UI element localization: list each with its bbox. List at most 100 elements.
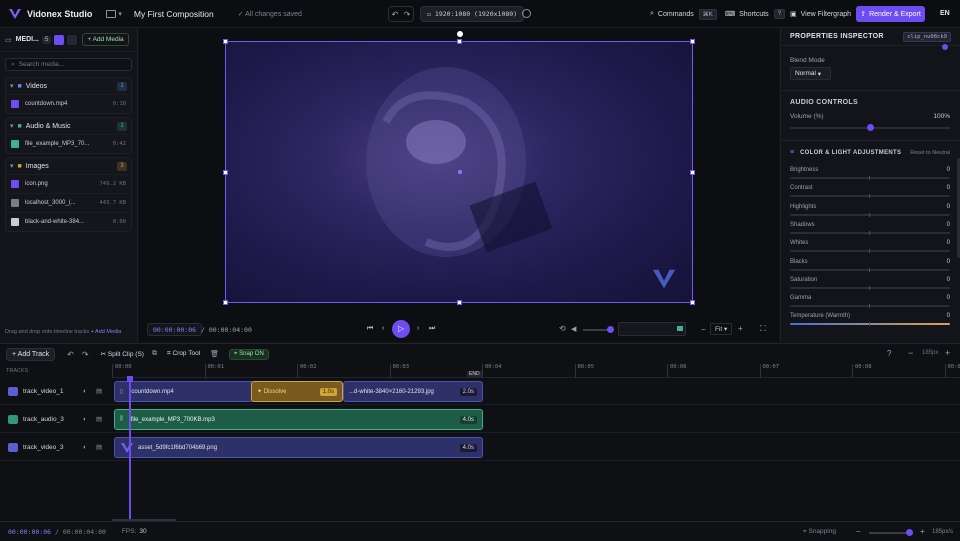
resize-handle-sw[interactable] — [223, 300, 228, 305]
adjust-slider[interactable] — [790, 305, 950, 307]
redo-icon[interactable]: ↷ — [404, 10, 411, 19]
timeline-clip[interactable]: ...d-white-3840×2160-21293.jpg2.0s — [343, 381, 483, 402]
video-canvas[interactable] — [225, 41, 693, 303]
media-group-header[interactable]: ▾■Videos1 — [6, 78, 131, 94]
track-header[interactable]: track_video_3◐▤ — [0, 434, 112, 461]
resize-handle-e[interactable] — [690, 170, 695, 175]
media-search-input[interactable]: ⌕Search media... — [5, 58, 132, 71]
trash-icon[interactable]: 🗑 — [210, 350, 219, 358]
adjust-slider[interactable] — [790, 214, 950, 216]
eye-icon[interactable]: ◐ — [83, 416, 87, 423]
language-selector[interactable]: EN — [940, 10, 950, 17]
reset-neutral-button[interactable]: Reset to Neutral — [910, 150, 950, 156]
list-view-icon[interactable] — [54, 35, 64, 45]
lane-audio-3[interactable]: ⫼file_example_MP3_700KB.mp34.0s — [112, 406, 960, 433]
filtergraph-button[interactable]: ▣View Filtergraph — [790, 6, 851, 22]
audio-clip[interactable]: ⫼file_example_MP3_700KB.mp34.0s — [114, 409, 483, 430]
folder-icon[interactable] — [106, 10, 116, 18]
chevron-down-icon[interactable]: ▾ — [118, 10, 122, 18]
help-icon[interactable]: ? — [887, 349, 891, 358]
snap-toggle[interactable]: ⌖ Snap ON — [229, 349, 269, 360]
grid-view-icon[interactable] — [67, 35, 77, 45]
volume-icon[interactable]: ◀ — [571, 325, 576, 333]
play-button[interactable]: ▷ — [392, 320, 410, 338]
project-title[interactable]: My First Composition — [134, 9, 214, 19]
timeline-zoom-slider[interactable] — [869, 532, 913, 534]
media-item[interactable]: black-and-white-384...0.00 — [6, 212, 131, 231]
fullscreen-icon[interactable]: ⛶ — [760, 324, 766, 334]
media-group-header[interactable]: ▾■Audio & Music1 — [6, 118, 131, 134]
rotate-handle[interactable] — [457, 31, 463, 37]
resize-handle-s[interactable] — [457, 300, 462, 305]
zoom-in-icon[interactable]: + — [738, 324, 743, 333]
zoom-in-icon[interactable]: + — [920, 527, 925, 536]
media-item[interactable]: icon.png749.2 KB — [6, 174, 131, 193]
time-ruler[interactable]: 00:0000:0100:0200:0300:0400:0500:0600:07… — [112, 364, 960, 378]
playhead[interactable] — [129, 378, 131, 521]
media-item[interactable]: countdown.mp40:10 — [6, 94, 131, 113]
opacity-slider-knob[interactable] — [942, 44, 948, 50]
trash-icon[interactable]: ▤ — [96, 415, 102, 423]
step-back-icon[interactable]: ‹ — [382, 325, 384, 332]
skip-back-icon[interactable]: ⏮ — [367, 325, 373, 333]
split-clip-button[interactable]: ✂ Split Clip (S) — [101, 350, 144, 358]
media-item[interactable]: file_example_MP3_70...0:42 — [6, 134, 131, 153]
eye-icon[interactable]: ◐ — [83, 388, 87, 395]
trash-icon[interactable]: ▤ — [96, 443, 102, 451]
track-header[interactable]: track_audio_3◐▤ — [0, 406, 112, 433]
resolution-selector[interactable]: ▭1920:1080 (1920x1080) — [420, 6, 524, 22]
anchor-point[interactable] — [458, 170, 462, 174]
adjust-slider[interactable] — [790, 323, 950, 325]
adjust-slider[interactable] — [790, 177, 950, 179]
commands-button[interactable]: ⌕Commands⌘K — [650, 6, 717, 22]
step-forward-icon[interactable]: › — [417, 325, 419, 332]
image-clip[interactable]: asset_5d9fc1f6bd704b69.png4.0s — [114, 437, 483, 458]
transition-clip[interactable]: ✦ Dissolve1.0s — [251, 381, 343, 402]
footer-total-value: 00:00:04:00 — [63, 528, 106, 536]
resize-handle-ne[interactable] — [690, 39, 695, 44]
render-export-button[interactable]: ⇪Render & Export — [856, 6, 925, 22]
zoom-out-icon[interactable]: − — [856, 527, 861, 536]
volume-slider-knob[interactable] — [867, 124, 874, 131]
skip-forward-icon[interactable]: ⏭ — [429, 325, 435, 333]
undo-icon[interactable]: ↶ — [392, 10, 399, 19]
add-track-button[interactable]: + Add Track — [6, 348, 55, 361]
add-media-button[interactable]: + Add Media — [82, 33, 128, 46]
gear-icon[interactable] — [522, 9, 531, 18]
blend-mode-select[interactable]: Normal ▾ — [790, 67, 831, 80]
preview-volume-slider[interactable] — [583, 329, 611, 331]
timeline-clip[interactable]: ▯countdown.mp4 — [114, 381, 254, 402]
resize-handle-w[interactable] — [223, 170, 228, 175]
duplicate-icon[interactable]: ⧉ — [152, 350, 157, 358]
zoom-in-icon[interactable]: + — [945, 348, 950, 358]
resize-handle-nw[interactable] — [223, 39, 228, 44]
undo-icon[interactable]: ↶ — [67, 350, 74, 359]
adjust-slider[interactable] — [790, 287, 950, 289]
volume-knob[interactable] — [607, 326, 614, 333]
lane-video-1[interactable]: ▯countdown.mp4 ✦ Dissolve1.0s ...d-white… — [112, 378, 960, 405]
adjust-slider[interactable] — [790, 250, 950, 252]
crop-tool-button[interactable]: ⌗ Crop Tool — [167, 350, 200, 358]
zoom-out-icon[interactable]: − — [908, 348, 913, 358]
lane-video-3[interactable]: asset_5d9fc1f6bd704b69.png4.0s — [112, 434, 960, 461]
drag-add-media-link[interactable]: + Add Media — [91, 329, 122, 335]
resize-handle-se[interactable] — [690, 300, 695, 305]
zoom-slider-knob[interactable] — [906, 529, 913, 536]
resize-handle-n[interactable] — [457, 39, 462, 44]
snapping-toggle[interactable]: ⌖ Snapping — [803, 528, 836, 536]
adjust-slider[interactable] — [790, 232, 950, 234]
playhead-handle[interactable] — [127, 376, 133, 382]
zoom-select[interactable]: Fit ▾ — [710, 323, 732, 335]
track-header[interactable]: track_video_1◐▤ — [0, 378, 112, 405]
trash-icon[interactable]: ▤ — [96, 387, 102, 395]
eye-icon[interactable]: ◐ — [83, 444, 87, 451]
redo-icon[interactable]: ↷ — [82, 350, 89, 359]
zoom-out-icon[interactable]: − — [701, 325, 706, 334]
media-group-header[interactable]: ▾■Images3 — [6, 158, 131, 174]
adjust-slider[interactable] — [790, 269, 950, 271]
adjust-slider[interactable] — [790, 195, 950, 197]
shortcuts-button[interactable]: ⌨Shortcuts? — [725, 6, 785, 22]
media-item[interactable]: localhost_3000_(...443.7 KB — [6, 193, 131, 212]
loop-icon[interactable]: ⟲ — [559, 324, 566, 333]
volume-slider[interactable] — [790, 127, 950, 129]
